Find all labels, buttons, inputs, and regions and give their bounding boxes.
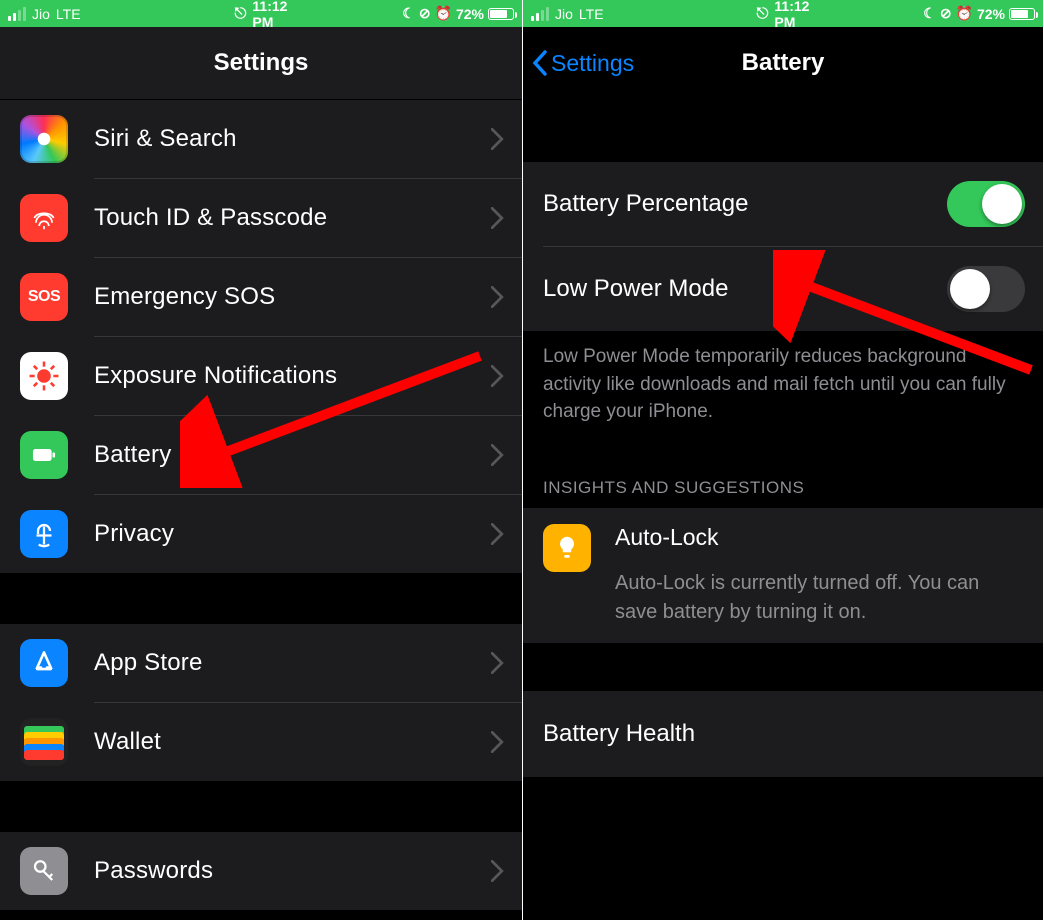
network-label: LTE: [579, 6, 604, 22]
row-label: Battery: [94, 441, 491, 469]
chevron-left-icon: [531, 50, 549, 76]
fingerprint-icon: [20, 194, 68, 242]
battery-icon: [488, 8, 514, 20]
battery-percent-label: 72%: [456, 6, 484, 22]
do-not-disturb-icon: ☾: [923, 5, 936, 22]
clock-label: 11:12 PM: [774, 0, 809, 30]
page-title: Battery: [742, 49, 825, 77]
row-label: App Store: [94, 649, 491, 677]
chevron-right-icon: [491, 207, 504, 229]
chevron-right-icon: [491, 286, 504, 308]
chevron-right-icon: [491, 731, 504, 753]
row-label: Emergency SOS: [94, 283, 491, 311]
row-exposure-notifications[interactable]: Exposure Notifications: [0, 337, 522, 415]
alarm-icon: ⏰: [956, 5, 973, 22]
privacy-icon: [20, 510, 68, 558]
row-low-power-mode[interactable]: Low Power Mode: [523, 247, 1043, 331]
cellular-signal-icon: [531, 7, 549, 21]
battery-percentage-toggle[interactable]: [947, 181, 1025, 227]
carrier-label: Jio: [32, 6, 50, 22]
row-auto-lock-suggestion[interactable]: Auto-Lock Auto-Lock is currently turned …: [523, 508, 1043, 643]
battery-percent-label: 72%: [977, 6, 1005, 22]
chevron-right-icon: [491, 652, 504, 674]
chevron-right-icon: [491, 365, 504, 387]
chevron-right-icon: [491, 444, 504, 466]
chevron-right-icon: [491, 523, 504, 545]
low-power-mode-footer: Low Power Mode temporarily reduces backg…: [523, 331, 1043, 448]
row-wallet[interactable]: Wallet: [0, 703, 522, 781]
cellular-signal-icon: [8, 7, 26, 21]
row-label: Siri & Search: [94, 125, 491, 153]
page-title: Settings: [214, 49, 309, 77]
row-label: Privacy: [94, 520, 491, 548]
clock-label: 11:12 PM: [252, 0, 287, 30]
settings-screen: Jio LTE ⎋ 11:12 PM ☾ ⊘ ⏰ 72% Settings Si…: [0, 0, 522, 920]
hotspot-icon: ⎋: [757, 5, 769, 22]
row-battery-health[interactable]: Battery Health: [523, 691, 1043, 777]
siri-icon: [20, 115, 68, 163]
row-label: Touch ID & Passcode: [94, 204, 491, 232]
row-passwords[interactable]: Passwords: [0, 832, 522, 910]
chevron-right-icon: [491, 128, 504, 150]
row-label: Battery Health: [543, 720, 1025, 748]
app-store-icon: [20, 639, 68, 687]
section-header: INSIGHTS AND SUGGESTIONS: [523, 448, 1043, 508]
row-label: Low Power Mode: [543, 275, 947, 303]
nav-bar: Settings Battery: [523, 27, 1043, 100]
do-not-disturb-icon: ☾: [402, 5, 415, 22]
row-battery[interactable]: Battery: [0, 416, 522, 494]
sos-icon: SOS: [20, 273, 68, 321]
key-icon: [20, 847, 68, 895]
wallet-icon: [20, 718, 68, 766]
low-power-mode-toggle[interactable]: [947, 266, 1025, 312]
status-bar: Jio LTE ⎋ 11:12 PM ☾ ⊘ ⏰ 72%: [523, 0, 1043, 27]
orientation-lock-icon: ⊘: [419, 5, 431, 22]
row-siri-search[interactable]: Siri & Search: [0, 100, 522, 178]
row-label: Exposure Notifications: [94, 362, 491, 390]
row-battery-percentage[interactable]: Battery Percentage: [523, 162, 1043, 246]
exposure-icon: [20, 352, 68, 400]
row-label: Passwords: [94, 857, 491, 885]
orientation-lock-icon: ⊘: [940, 5, 952, 22]
row-app-store[interactable]: App Store: [0, 624, 522, 702]
alarm-icon: ⏰: [435, 5, 452, 22]
battery-screen: Jio LTE ⎋ 11:12 PM ☾ ⊘ ⏰ 72% Settings Ba…: [522, 0, 1043, 920]
back-label: Settings: [551, 50, 634, 77]
chevron-right-icon: [491, 860, 504, 882]
suggestion-detail: Auto-Lock is currently turned off. You c…: [615, 569, 1025, 627]
status-bar: Jio LTE ⎋ 11:12 PM ☾ ⊘ ⏰ 72%: [0, 0, 522, 27]
hotspot-icon: ⎋: [235, 5, 247, 22]
battery-icon: [20, 431, 68, 479]
row-privacy[interactable]: Privacy: [0, 495, 522, 573]
nav-bar: Settings: [0, 27, 522, 100]
row-label: Auto-Lock: [615, 524, 1025, 551]
lightbulb-icon: [543, 524, 591, 572]
network-label: LTE: [56, 6, 81, 22]
row-touch-id-passcode[interactable]: Touch ID & Passcode: [0, 179, 522, 257]
row-emergency-sos[interactable]: SOS Emergency SOS: [0, 258, 522, 336]
back-button[interactable]: Settings: [531, 50, 634, 77]
carrier-label: Jio: [555, 6, 573, 22]
row-label: Wallet: [94, 728, 491, 756]
battery-icon: [1009, 8, 1035, 20]
row-label: Battery Percentage: [543, 190, 947, 218]
